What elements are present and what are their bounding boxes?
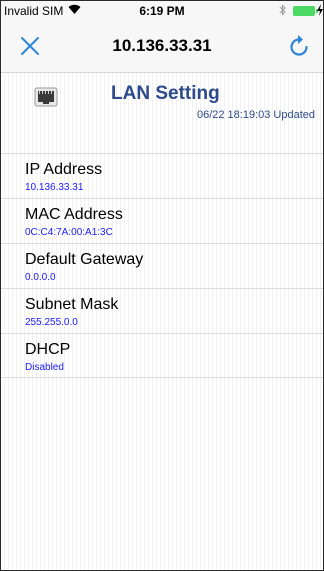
setting-value: 0.0.0.0 [25,272,56,283]
setting-row-ip-address: IP Address 10.136.33.31 [1,153,323,198]
section-header: LAN Setting 06/22 18:19:03 Updated [1,73,323,153]
setting-row-dhcp: DHCP Disabled [1,333,323,378]
setting-row-subnet-mask: Subnet Mask 255.255.0.0 [1,288,323,333]
setting-value: 255.255.0.0 [25,317,78,328]
setting-label: IP Address [25,161,103,178]
page-title: 10.136.33.31 [112,36,212,55]
phone-screen: Invalid SIM 6:19 PM 10.136.33.31 LAN Set… [0,0,324,571]
setting-label: MAC Address [25,206,123,223]
updated-timestamp: 06/22 18:19:03 Updated [196,109,315,121]
status-time: 6:19 PM [139,4,185,18]
ethernet-port-icon [34,87,58,107]
content-area: LAN Setting 06/22 18:19:03 Updated IP Ad… [1,73,323,570]
refresh-icon[interactable] [287,33,311,59]
navigation-bar: 10.136.33.31 [1,21,323,73]
section-title: LAN Setting [111,83,220,104]
setting-label: DHCP [25,341,71,358]
battery-icon [293,6,315,16]
status-bar: Invalid SIM 6:19 PM [1,1,323,21]
setting-value: 0C:C4:7A:00:A1:3C [25,227,113,238]
setting-label: Subnet Mask [25,296,119,313]
setting-row-default-gateway: Default Gateway 0.0.0.0 [1,243,323,288]
bluetooth-icon [279,4,286,16]
charging-icon [317,4,323,16]
setting-label: Default Gateway [25,251,144,268]
setting-row-mac-address: MAC Address 0C:C4:7A:00:A1:3C [1,198,323,243]
settings-list: IP Address 10.136.33.31 MAC Address 0C:C… [1,153,323,378]
setting-value: Disabled [25,362,64,373]
setting-value: 10.136.33.31 [25,182,84,193]
